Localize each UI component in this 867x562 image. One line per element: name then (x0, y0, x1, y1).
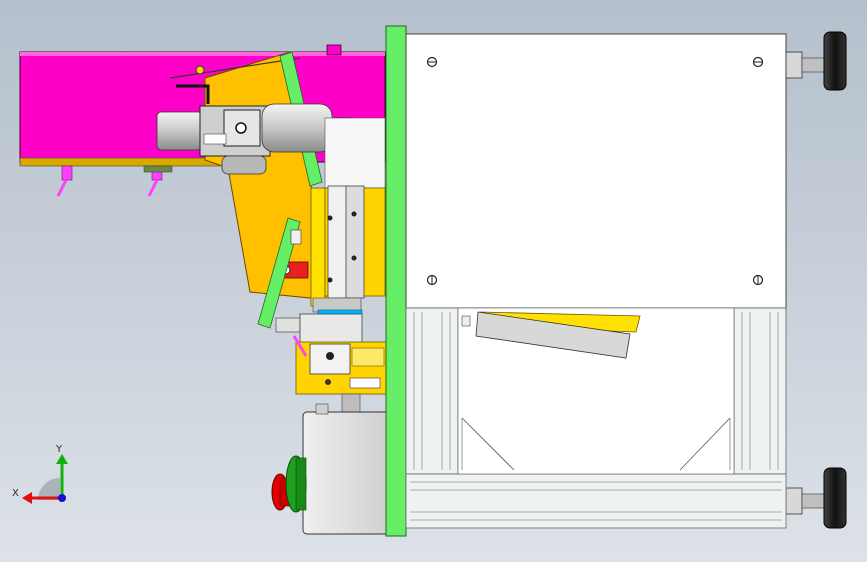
linear-slide[interactable] (310, 185, 386, 319)
pneumatic-fitting-right[interactable] (143, 165, 173, 197)
pneumatic-fitting-left[interactable] (56, 165, 73, 197)
y-axis-label: Y (55, 444, 63, 455)
control-box[interactable] (302, 403, 390, 535)
coordinate-triad: Y X (12, 444, 68, 504)
leveling-foot-top[interactable] (785, 31, 847, 91)
tooling-head[interactable] (292, 313, 389, 415)
green-frame-plate[interactable] (385, 25, 407, 537)
x-axis-label: X (12, 488, 19, 499)
z-axis-dot (58, 494, 66, 502)
cad-viewport[interactable]: Y X (0, 0, 867, 562)
leveling-foot-bottom[interactable] (785, 467, 847, 529)
start-button[interactable] (285, 455, 307, 513)
assembly-model[interactable] (0, 0, 867, 562)
motor-mount-block (324, 117, 386, 189)
white-cover-panel[interactable] (405, 33, 787, 309)
